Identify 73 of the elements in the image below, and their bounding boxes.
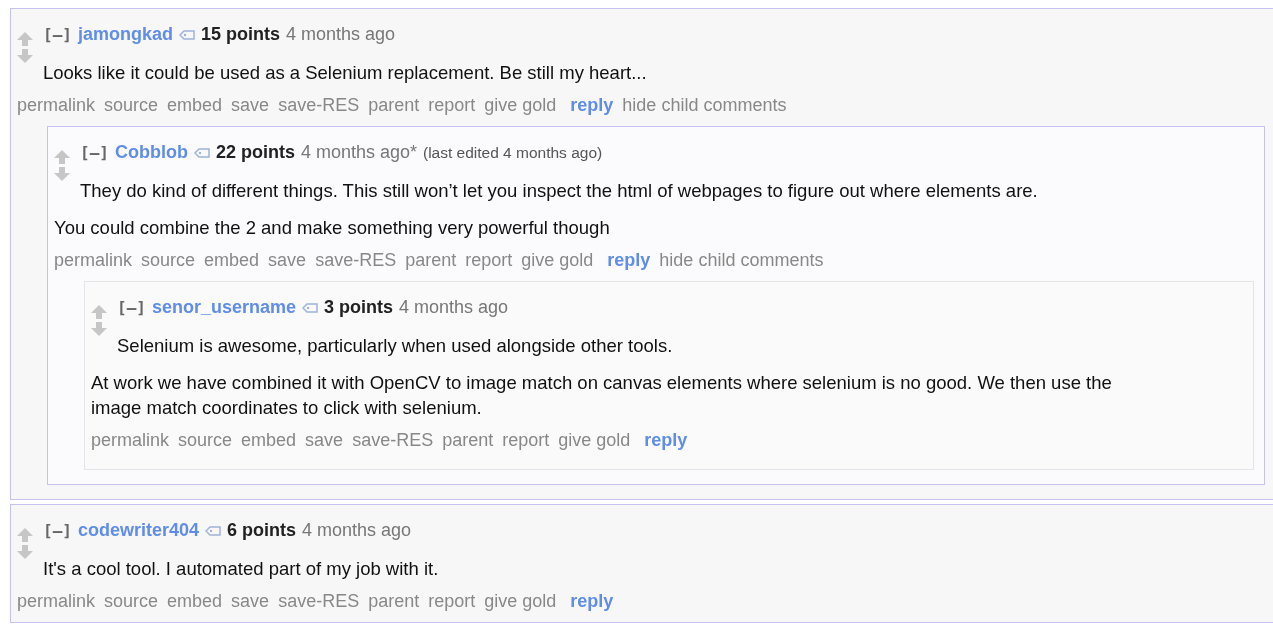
reply-link[interactable]: reply <box>607 250 651 271</box>
action-link[interactable]: save-RES <box>315 250 397 271</box>
upvote-icon[interactable] <box>17 528 33 542</box>
action-link[interactable]: give gold <box>521 250 594 271</box>
edited-note: (last edited 4 months ago) <box>423 143 603 163</box>
action-link[interactable]: save <box>305 430 344 451</box>
action-link[interactable]: report <box>502 430 550 451</box>
action-link[interactable]: source <box>178 430 233 451</box>
collapse-toggle[interactable]: [–] <box>80 142 109 164</box>
timestamp-text: 4 months ago <box>285 23 396 45</box>
action-link[interactable]: parent <box>442 430 494 451</box>
author-link[interactable]: jamongkad <box>77 23 173 45</box>
action-link[interactable]: permalink <box>17 95 96 116</box>
action-link[interactable]: report <box>465 250 513 271</box>
action-link[interactable]: embed <box>167 591 223 612</box>
action-link[interactable]: permalink <box>91 430 170 451</box>
collapse-toggle[interactable]: [–] <box>43 24 72 46</box>
comment-text: You could combine the 2 and make something very powerful though <box>54 216 611 240</box>
reply-link[interactable]: reply <box>570 95 614 116</box>
downvote-icon[interactable] <box>54 167 70 181</box>
action-link[interactable]: parent <box>368 591 420 612</box>
tag-icon[interactable] <box>302 302 318 313</box>
timestamp-text: 4 months ago <box>302 519 412 541</box>
action-link[interactable]: save <box>231 591 270 612</box>
author-link[interactable]: codewriter404 <box>77 519 199 541</box>
action-link[interactable]: embed <box>241 430 297 451</box>
score-text: 15 points <box>200 23 280 45</box>
action-link[interactable]: report <box>428 591 476 612</box>
comment-text: Looks like it could be used as a Selenium replacement. Be still my heart... <box>42 61 648 85</box>
reply-link[interactable]: reply <box>644 430 688 451</box>
score-text: 22 points <box>215 141 295 163</box>
action-link[interactable]: parent <box>368 95 420 116</box>
collapse-toggle[interactable]: [–] <box>43 520 72 542</box>
action-link[interactable]: hide child comments <box>659 250 824 271</box>
action-link[interactable]: give gold <box>558 430 631 451</box>
author-link[interactable]: Cobblob <box>114 141 188 163</box>
comment-text: They do kind of different things. This still won’t let you inspect the html of webpages to figure out where elements are. <box>79 179 1039 203</box>
timestamp-text: 4 months ago <box>399 296 509 318</box>
action-link[interactable]: embed <box>167 95 223 116</box>
comment-text: At work we have combined it with OpenCV to image match on canvas elements where selenium is no good. We then use the image match coordinates to click with selenium. <box>91 371 1113 420</box>
action-link[interactable]: save <box>268 250 307 271</box>
action-link[interactable]: parent <box>405 250 457 271</box>
tag-icon[interactable] <box>178 29 195 40</box>
action-link[interactable]: hide child comments <box>622 95 787 116</box>
action-link[interactable]: permalink <box>17 591 96 612</box>
upvote-icon[interactable] <box>17 32 33 46</box>
comment-text: Selenium is awesome, particularly when used alongside other tools. <box>116 334 674 358</box>
author-link[interactable]: senor_username <box>151 296 296 318</box>
comment-text: It's a cool tool. I automated part of my job with it. <box>42 557 440 581</box>
action-link[interactable]: source <box>104 95 159 116</box>
tag-icon[interactable] <box>204 525 221 536</box>
downvote-icon[interactable] <box>91 322 107 336</box>
collapse-toggle[interactable]: [–] <box>117 297 146 319</box>
action-link[interactable]: save-RES <box>278 95 360 116</box>
action-link[interactable]: permalink <box>54 250 133 271</box>
action-link[interactable]: give gold <box>484 95 557 116</box>
upvote-icon[interactable] <box>91 305 107 319</box>
action-link[interactable]: report <box>428 95 476 116</box>
action-link[interactable]: embed <box>204 250 260 271</box>
action-link[interactable]: give gold <box>484 591 557 612</box>
downvote-icon[interactable] <box>17 545 33 559</box>
tag-icon[interactable] <box>193 147 210 158</box>
action-link[interactable]: save-RES <box>278 591 360 612</box>
reply-link[interactable]: reply <box>570 591 614 612</box>
action-link[interactable]: save <box>231 95 270 116</box>
score-text: 3 points <box>324 296 393 318</box>
timestamp-text: 4 months ago* <box>300 141 417 163</box>
action-link[interactable]: save-RES <box>352 430 434 451</box>
action-link[interactable]: source <box>141 250 196 271</box>
action-link[interactable]: source <box>104 591 159 612</box>
upvote-icon[interactable] <box>54 150 70 164</box>
score-text: 6 points <box>226 519 296 541</box>
downvote-icon[interactable] <box>17 49 33 63</box>
